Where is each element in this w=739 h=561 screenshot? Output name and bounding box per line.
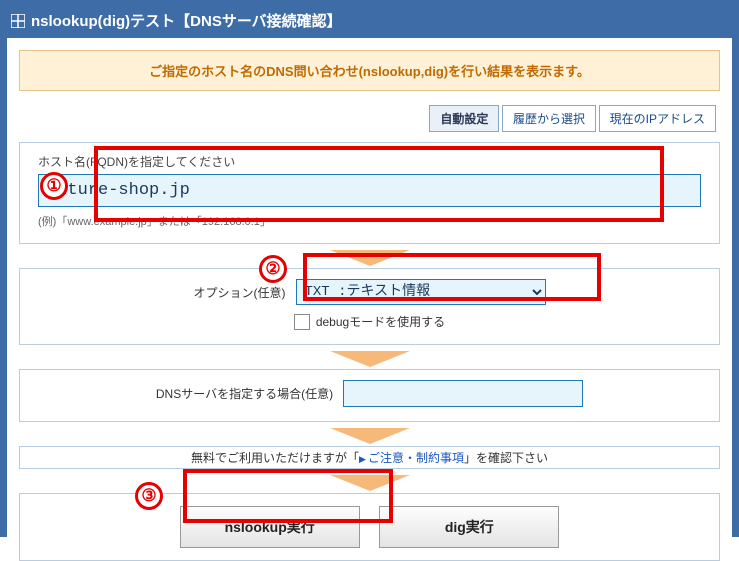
grid-icon (11, 14, 25, 28)
debug-label: debugモードを使用する (316, 313, 445, 330)
hostname-input[interactable] (38, 174, 701, 207)
notice-link[interactable]: ご注意・制約事項 (359, 451, 464, 465)
hostname-section: ホスト名(FQDN)を指定してください (例)「www.example.jp」ま… (19, 142, 720, 244)
nslookup-button[interactable]: nslookup実行 (180, 506, 360, 548)
debug-checkbox[interactable] (294, 314, 310, 330)
hostname-hint: (例)「www.example.jp」または「192.168.0.1」 (38, 213, 701, 229)
dns-server-label: DNSサーバを指定する場合(任意) (156, 385, 333, 402)
tab-auto[interactable]: 自動設定 (429, 105, 499, 132)
tab-history[interactable]: 履歴から選択 (502, 105, 596, 132)
hostname-label: ホスト名(FQDN)を指定してください (38, 153, 701, 170)
option-section: オプション(任意) TXT :テキスト情報 debugモードを使用する (19, 268, 720, 345)
notice-suffix: 」を確認下さい (464, 451, 548, 465)
notice-section: 無料でご利用いただけますが「ご注意・制約事項」を確認下さい (19, 446, 720, 469)
page-title: nslookup(dig)テスト【DNSサーバ接続確認】 (31, 10, 342, 31)
tab-current-ip[interactable]: 現在のIPアドレス (599, 105, 716, 132)
info-banner: ご指定のホスト名のDNS問い合わせ(nslookup,dig)を行い結果を表示ま… (19, 50, 720, 91)
dns-server-input[interactable] (343, 380, 583, 407)
page-header: nslookup(dig)テスト【DNSサーバ接続確認】 (7, 7, 732, 38)
arrow-down-icon (19, 428, 720, 444)
dig-button[interactable]: dig実行 (379, 506, 559, 548)
buttons-section: nslookup実行 dig実行 (19, 493, 720, 561)
dns-server-section: DNSサーバを指定する場合(任意) (19, 369, 720, 422)
arrow-down-icon (19, 351, 720, 367)
option-label: オプション(任意) (194, 284, 286, 301)
tabs-row: 自動設定 履歴から選択 現在のIPアドレス (23, 105, 716, 132)
arrow-down-icon (19, 250, 720, 266)
record-type-select[interactable]: TXT :テキスト情報 (296, 279, 546, 305)
arrow-down-icon (19, 475, 720, 491)
notice-prefix: 無料でご利用いただけますが「 (191, 451, 359, 465)
